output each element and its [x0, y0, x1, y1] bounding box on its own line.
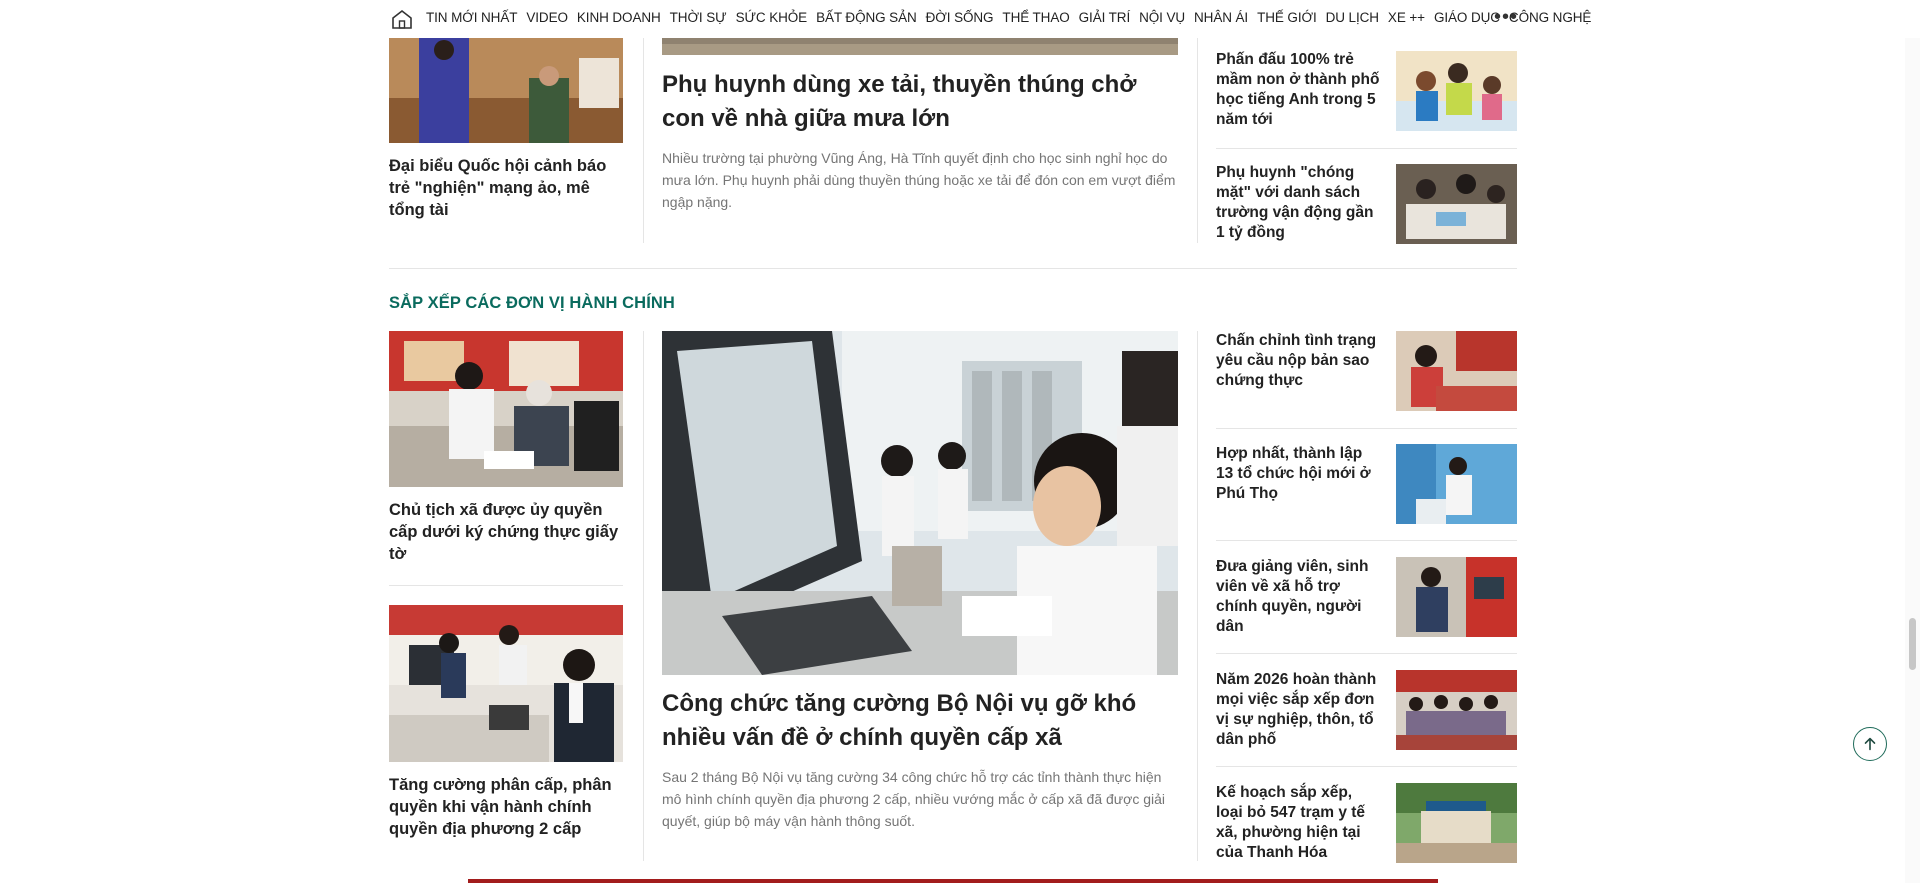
- nav-item-tin-moi-nhat[interactable]: TIN MỚI NHẤT: [426, 10, 517, 25]
- article-thumbnail[interactable]: [1396, 783, 1517, 863]
- featured-article-image[interactable]: [662, 331, 1178, 675]
- page-scrollbar[interactable]: [1905, 0, 1920, 883]
- column-divider: [643, 38, 644, 243]
- nav-item-video[interactable]: VIDEO: [526, 10, 568, 25]
- column-divider: [1197, 38, 1198, 243]
- arrow-up-icon: [1864, 737, 1876, 751]
- column-divider: [1197, 331, 1198, 861]
- article-thumbnail[interactable]: [389, 605, 623, 762]
- article-title[interactable]: Chủ tịch xã được ủy quyền cấp dưới ký ch…: [389, 499, 629, 565]
- nav-item-thoi-su[interactable]: THỜI SỰ: [670, 10, 727, 25]
- nav-item-xe[interactable]: XE ++: [1388, 10, 1425, 25]
- nav-item-the-gioi[interactable]: THẾ GIỚI: [1257, 10, 1317, 25]
- home-icon[interactable]: [390, 8, 414, 30]
- article-thumbnail[interactable]: [389, 331, 623, 487]
- back-to-top-button[interactable]: [1853, 727, 1887, 761]
- item-divider: [389, 585, 623, 586]
- article-thumbnail[interactable]: [1396, 164, 1517, 244]
- more-menu-icon[interactable]: •••: [1494, 7, 1518, 27]
- column-divider: [643, 331, 644, 861]
- article-title[interactable]: Phấn đấu 100% trẻ mầm non ở thành phố họ…: [1216, 50, 1382, 130]
- nav-item-cong-nghe[interactable]: CÔNG NGHỆ: [1509, 10, 1591, 25]
- nav-item-giai-tri[interactable]: GIẢI TRÍ: [1079, 10, 1131, 25]
- article-title[interactable]: Đưa giảng viên, sinh viên về xã hỗ trợ c…: [1216, 557, 1382, 637]
- article-title[interactable]: Đại biểu Quốc hội cảnh báo trẻ "nghiện" …: [389, 155, 629, 221]
- item-divider: [1216, 653, 1517, 654]
- article-title[interactable]: Kế hoạch sắp xếp, loại bỏ 547 trạm y tế …: [1216, 783, 1382, 863]
- article-thumbnail[interactable]: [1396, 670, 1517, 750]
- featured-article-title[interactable]: Phụ huynh dùng xe tải, thuyền thúng chở …: [662, 68, 1178, 136]
- article-title[interactable]: Phụ huynh "chóng mặt" với danh sách trườ…: [1216, 163, 1382, 243]
- featured-article-sapo: Sau 2 tháng Bộ Nội vụ tăng cường 34 công…: [662, 769, 1166, 829]
- section-divider: [389, 268, 1517, 269]
- top-navigation: TIN MỚI NHẤT VIDEO KINH DOANH THỜI SỰ SỨ…: [0, 0, 1920, 38]
- nav-item-bat-dong-san[interactable]: BẤT ĐỘNG SẢN: [816, 10, 917, 25]
- item-divider: [1216, 766, 1517, 767]
- article-thumbnail[interactable]: [389, 38, 623, 143]
- article-title[interactable]: Tăng cường phân cấp, phân quyền khi vận …: [389, 774, 629, 840]
- item-divider: [1216, 148, 1517, 149]
- featured-article-title[interactable]: Công chức tăng cường Bộ Nội vụ gỡ khó nh…: [662, 687, 1178, 755]
- article-title[interactable]: Năm 2026 hoàn thành mọi việc sắp xếp đơn…: [1216, 670, 1382, 750]
- next-section-banner: [468, 879, 1438, 883]
- article-thumbnail[interactable]: [1396, 444, 1517, 524]
- nav-item-du-lich[interactable]: DU LỊCH: [1326, 10, 1379, 25]
- article-title[interactable]: Hợp nhất, thành lập 13 tổ chức hội mới ở…: [1216, 444, 1382, 504]
- article-thumbnail[interactable]: [662, 38, 1178, 55]
- nav-item-suc-khoe[interactable]: SỨC KHỎE: [736, 10, 808, 25]
- article-title[interactable]: Chấn chỉnh tình trạng yêu cầu nộp bản sa…: [1216, 331, 1382, 391]
- article-thumbnail[interactable]: [1396, 331, 1517, 411]
- nav-menu: TIN MỚI NHẤT VIDEO KINH DOANH THỜI SỰ SỨ…: [426, 10, 1600, 25]
- featured-article-sapo: Nhiều trường tại phường Vũng Áng, Hà Tĩn…: [662, 150, 1176, 210]
- nav-item-doi-song[interactable]: ĐỜI SỐNG: [926, 10, 994, 25]
- nav-item-the-thao[interactable]: THỂ THAO: [1002, 10, 1069, 25]
- section-title[interactable]: SẮP XẾP CÁC ĐƠN VỊ HÀNH CHÍNH: [389, 294, 675, 313]
- nav-item-giao-duc[interactable]: GIÁO DỤC: [1434, 10, 1500, 25]
- item-divider: [1216, 428, 1517, 429]
- nav-item-noi-vu[interactable]: NỘI VỤ: [1139, 10, 1185, 25]
- nav-item-kinh-doanh[interactable]: KINH DOANH: [577, 10, 661, 25]
- article-thumbnail[interactable]: [1396, 51, 1517, 131]
- scrollbar-thumb[interactable]: [1909, 618, 1916, 670]
- nav-item-nhan-ai[interactable]: NHÂN ÁI: [1194, 10, 1248, 25]
- item-divider: [1216, 540, 1517, 541]
- article-thumbnail[interactable]: [1396, 557, 1517, 637]
